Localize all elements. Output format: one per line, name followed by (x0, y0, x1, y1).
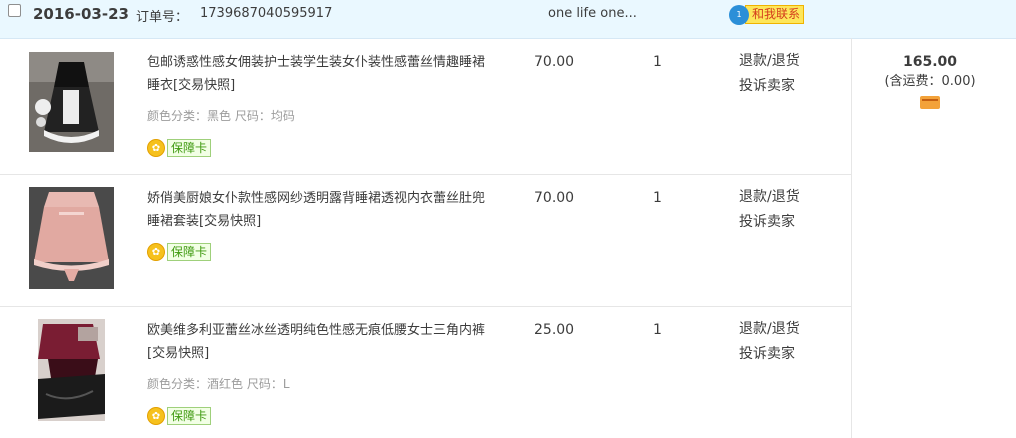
order-item: 欧美维多利亚蕾丝冰丝透明纯色性感无痕低腰女士三角内裤[交易快照] 颜色分类：酒红… (0, 307, 851, 438)
refund-return-link[interactable]: 退款/退货 (739, 49, 800, 74)
product-image[interactable] (29, 187, 114, 289)
complain-seller-link[interactable]: 投诉卖家 (739, 210, 800, 235)
credit-card-icon[interactable] (920, 96, 940, 109)
quantity: 1 (653, 190, 662, 206)
order-date: 2016-03-23 (33, 5, 129, 23)
order-total: 165.00 (含运费：0.00) (870, 52, 990, 109)
shield-icon: ✿ (147, 407, 165, 425)
order-item: 包邮诱惑性感女佣装护士装学生装女仆装性感蕾丝情趣睡裙睡衣[交易快照] 颜色分类：… (0, 39, 851, 174)
unit-price: 70.00 (534, 54, 575, 70)
guarantee-card-badge[interactable]: ✿ 保障卡 (147, 139, 212, 157)
product-sku: 颜色分类：黑色 尺码：均码 (147, 109, 295, 123)
complain-seller-link[interactable]: 投诉卖家 (739, 74, 800, 99)
complain-seller-link[interactable]: 投诉卖家 (739, 342, 800, 367)
shipping-fee: (含运费：0.00) (884, 74, 976, 89)
guarantee-card-label: 保障卡 (167, 139, 212, 157)
order-number-label: 订单号： (136, 10, 189, 25)
order-number: 1739687040595917 (200, 6, 333, 21)
product-sku: 颜色分类：酒红色 尺码：L (147, 377, 290, 391)
product-image[interactable] (38, 319, 105, 421)
order-item: 娇俏美厨娘女仆款性感网纱透明露背睡裙透视内衣蕾丝肚兜睡裙套装[交易快照] ✿ 保… (0, 175, 851, 306)
quantity: 1 (653, 322, 662, 338)
unit-price: 70.00 (534, 190, 575, 206)
guarantee-card-badge[interactable]: ✿ 保障卡 (147, 407, 212, 425)
shop-name-link[interactable]: one life one... (548, 6, 637, 21)
product-title-link[interactable]: 欧美维多利亚蕾丝冰丝透明纯色性感无痕低腰女士三角内裤[交易快照] (147, 319, 487, 365)
product-title-link[interactable]: 娇俏美厨娘女仆款性感网纱透明露背睡裙透视内衣蕾丝肚兜睡裙套装[交易快照] (147, 187, 487, 233)
guarantee-card-label: 保障卡 (167, 407, 212, 425)
order-checkbox[interactable] (8, 4, 21, 17)
guarantee-card-label: 保障卡 (167, 243, 212, 261)
unit-price: 25.00 (534, 322, 575, 338)
refund-return-link[interactable]: 退款/退货 (739, 317, 800, 342)
item-actions: 退款/退货 投诉卖家 (739, 49, 800, 99)
contact-seller-label: 和我联系 (745, 5, 805, 24)
total-amount: 165.00 (902, 54, 958, 70)
order-header: 2016-03-23 订单号： 1739687040595917 one lif… (0, 0, 1016, 39)
shield-icon: ✿ (147, 243, 165, 261)
guarantee-card-badge[interactable]: ✿ 保障卡 (147, 243, 212, 261)
contact-seller-button[interactable]: 1 和我联系 (729, 4, 805, 25)
item-actions: 退款/退货 投诉卖家 (739, 317, 800, 367)
product-title-link[interactable]: 包邮诱惑性感女佣装护士装学生装女仆装性感蕾丝情趣睡裙睡衣[交易快照] (147, 51, 487, 97)
shield-icon: ✿ (147, 139, 165, 157)
quantity: 1 (653, 54, 662, 70)
product-image[interactable] (29, 52, 114, 152)
item-actions: 退款/退货 投诉卖家 (739, 185, 800, 235)
chat-bubble-icon: 1 (729, 4, 749, 25)
refund-return-link[interactable]: 退款/退货 (739, 185, 800, 210)
column-divider (851, 38, 852, 438)
